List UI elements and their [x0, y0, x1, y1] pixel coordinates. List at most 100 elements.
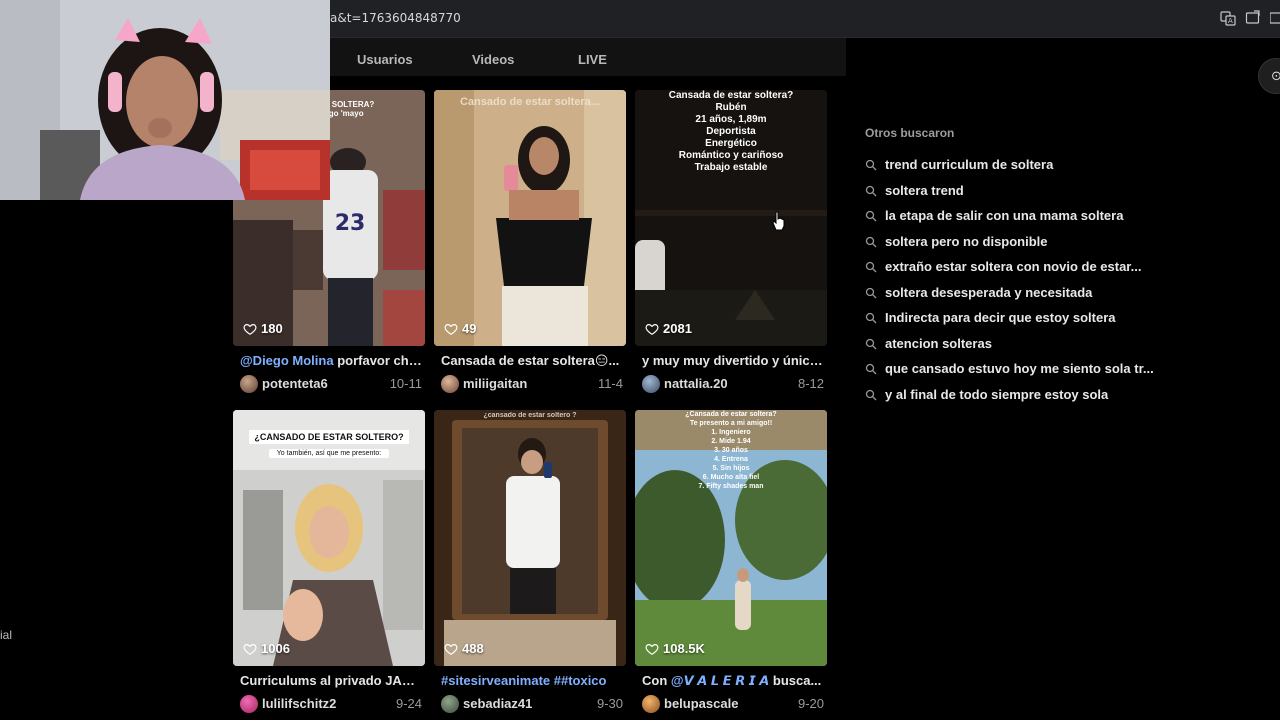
video-meta: miliigaitan 11-4 — [441, 374, 623, 394]
caption-mention[interactable]: @𝙑 𝘼 𝙇 𝙀 𝙍 𝙄 𝘼 — [671, 673, 769, 688]
svg-text:23: 23 — [335, 211, 366, 236]
heart-icon — [444, 643, 458, 655]
video-thumbnail[interactable]: Cansada de estar soltera? Rubén 21 años,… — [635, 90, 827, 346]
like-count: 2081 — [645, 321, 692, 336]
avatar[interactable] — [642, 695, 660, 713]
video-meta: nattalia.20 8-12 — [642, 374, 824, 394]
video-thumbnail[interactable]: Cansado de estar soltera... 49 — [434, 90, 626, 346]
related-search-item[interactable]: soltera pero no disponible — [865, 232, 1165, 252]
like-count: 488 — [444, 641, 484, 656]
like-count-value: 488 — [462, 641, 484, 656]
related-search-text[interactable]: que cansado estuvo hoy me siento sola tr… — [885, 361, 1154, 376]
like-count: 1006 — [243, 641, 290, 656]
webcam-overlay — [0, 0, 330, 200]
related-search-text[interactable]: extraño estar soltera con novio de estar… — [885, 259, 1141, 274]
username[interactable]: lulilifschitz2 — [262, 696, 336, 711]
related-search-item[interactable]: atencion solteras — [865, 334, 1165, 354]
related-search-text[interactable]: soltera desesperada y necesitada — [885, 285, 1092, 300]
avatar[interactable] — [240, 695, 258, 713]
heart-icon — [645, 643, 659, 655]
video-caption[interactable]: y muy muy divertido y único ... — [642, 353, 824, 368]
caption-mention[interactable]: @Diego Molina — [240, 353, 334, 368]
overlay-text: Cansado de estar soltera... — [460, 96, 600, 108]
avatar[interactable] — [441, 375, 459, 393]
related-search-item[interactable]: que cansado estuvo hoy me siento sola tr… — [865, 359, 1165, 379]
related-search-text[interactable]: Indirecta para decir que estoy soltera — [885, 310, 1115, 325]
video-thumbnail[interactable]: ¿cansado de estar soltero ? 488 — [434, 410, 626, 666]
tab-videos[interactable]: Videos — [472, 52, 514, 67]
heart-icon — [645, 323, 659, 335]
post-date: 9-30 — [596, 696, 623, 711]
related-search-item[interactable]: Indirecta para decir que estoy soltera — [865, 308, 1165, 328]
related-search-text[interactable]: la etapa de salir con una mama soltera — [885, 208, 1123, 223]
search-icon — [865, 236, 877, 248]
video-meta: lulilifschitz2 9-24 — [240, 694, 422, 714]
tab-usuarios[interactable]: Usuarios — [357, 52, 413, 67]
related-searches-title: Otros buscaron — [865, 126, 955, 140]
video-caption[interactable]: #sitesirveanimate ##toxico — [441, 673, 623, 688]
overlay-title: ¿CANSADO DE ESTAR SOLTERO? — [249, 430, 409, 444]
caption-prefix: Con — [642, 673, 671, 688]
webcam-video — [0, 0, 330, 200]
related-search-item[interactable]: trend curriculum de soltera — [865, 155, 1165, 175]
like-count: 180 — [243, 321, 283, 336]
username[interactable]: sebadiaz41 — [463, 696, 532, 711]
related-search-text[interactable]: soltera trend — [885, 183, 964, 198]
avatar[interactable] — [240, 375, 258, 393]
search-icon — [865, 389, 877, 401]
translate-icon[interactable]: A — [1220, 10, 1236, 26]
like-count-value: 2081 — [663, 321, 692, 336]
caption-text: busca... — [769, 673, 822, 688]
floating-action-button[interactable]: ⊙ — [1258, 58, 1280, 94]
search-icon — [865, 363, 877, 375]
post-date: 9-24 — [395, 696, 422, 711]
related-search-item[interactable]: soltera desesperada y necesitada — [865, 283, 1165, 303]
username[interactable]: belupascale — [664, 696, 738, 711]
install-app-icon[interactable] — [1245, 10, 1261, 26]
caption-text: porfavor chi... — [333, 353, 422, 368]
url-text[interactable]: a&t=1763604848770 — [330, 11, 461, 25]
avatar[interactable] — [441, 695, 459, 713]
search-tabs: Usuarios Videos LIVE — [330, 38, 846, 76]
video-thumbnail[interactable]: ¿CANSADO DE ESTAR SOLTERO? Yo también, a… — [233, 410, 425, 666]
thumbnail-scene — [434, 90, 626, 346]
avatar[interactable] — [642, 375, 660, 393]
related-search-item[interactable]: soltera trend — [865, 181, 1165, 201]
overlay-subtitle: Yo también, así que me presento: — [269, 449, 389, 458]
related-search-item[interactable]: extraño estar soltera con novio de estar… — [865, 257, 1165, 277]
related-search-text[interactable]: y al final de todo siempre estoy sola — [885, 387, 1108, 402]
post-date: 9-20 — [797, 696, 824, 711]
hand-cursor-icon — [772, 211, 785, 231]
related-search-item[interactable]: la etapa de salir con una mama soltera — [865, 206, 1165, 226]
username[interactable]: nattalia.20 — [664, 376, 728, 391]
svg-text:A: A — [1228, 17, 1233, 25]
related-search-text[interactable]: trend curriculum de soltera — [885, 157, 1053, 172]
search-icon — [865, 185, 877, 197]
search-icon — [865, 261, 877, 273]
search-icon — [865, 312, 877, 324]
heart-icon — [243, 643, 257, 655]
overlay-text: Cansada de estar soltera? Rubén 21 años,… — [668, 90, 794, 173]
video-caption[interactable]: Con @𝙑 𝘼 𝙇 𝙀 𝙍 𝙄 𝘼 busca... — [642, 673, 824, 689]
username[interactable]: potenteta6 — [262, 376, 328, 391]
like-count-value: 49 — [462, 321, 477, 336]
heart-icon — [243, 323, 257, 335]
username[interactable]: miliigaitan — [463, 376, 527, 391]
post-date: 11-4 — [597, 376, 623, 391]
like-count: 108.5K — [645, 641, 705, 656]
profile-icon[interactable] — [1268, 10, 1280, 26]
thumbnail-scene — [434, 410, 626, 666]
video-caption[interactable]: @Diego Molina porfavor chi... — [240, 353, 422, 368]
video-caption[interactable]: Curriculums al privado JAJA... — [240, 673, 422, 688]
related-search-text[interactable]: soltera pero no disponible — [885, 234, 1048, 249]
post-date: 8-12 — [797, 376, 824, 391]
video-caption[interactable]: Cansada de estar soltera😑... — [441, 353, 623, 369]
search-icon — [865, 210, 877, 222]
tab-live[interactable]: LIVE — [578, 52, 607, 67]
caption-hashtag[interactable]: #sitesirveanimate ##toxico — [441, 673, 606, 688]
related-search-item[interactable]: y al final de todo siempre estoy sola — [865, 385, 1165, 405]
video-thumbnail[interactable]: ¿Cansada de estar soltera? Te presento a… — [635, 410, 827, 666]
like-count-value: 180 — [261, 321, 283, 336]
search-icon — [865, 338, 877, 350]
related-search-text[interactable]: atencion solteras — [885, 336, 992, 351]
